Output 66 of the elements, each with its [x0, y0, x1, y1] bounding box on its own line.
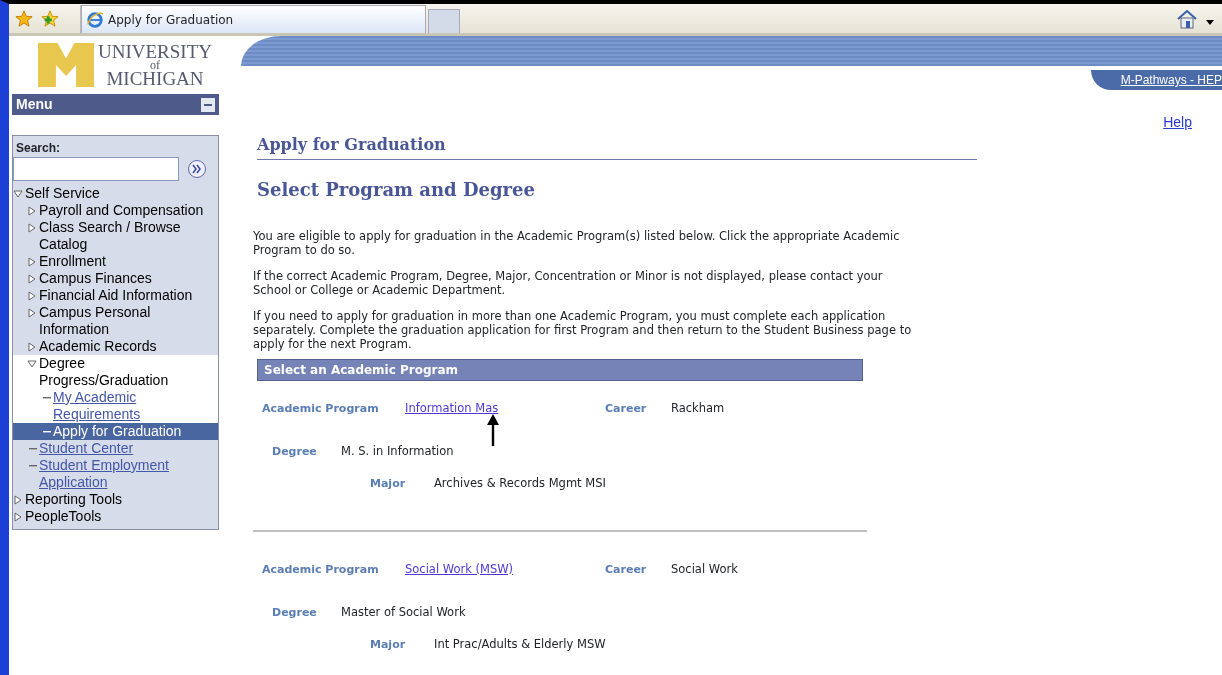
field-label: Degree: [272, 444, 318, 460]
field-label: Academic Program: [262, 562, 380, 578]
menu-item[interactable]: Class Search / Browse Catalog: [39, 219, 214, 253]
collapsed-triangle-icon[interactable]: [27, 206, 37, 217]
paragraph: If you need to apply for graduation in more than one Academic Program, you must complete each application separately. Complete the graduation application for first Program and then return to the Student Business page to apply for the next Program.: [253, 309, 913, 351]
menu-link[interactable]: Student Center: [39, 440, 134, 457]
dash-icon: [29, 465, 37, 468]
dash-icon: [29, 448, 37, 451]
field-value: Master of Social Work: [341, 604, 466, 621]
field-value: Rackham: [671, 400, 725, 417]
collapsed-triangle-icon[interactable]: [27, 274, 37, 285]
search-field[interactable]: [13, 157, 179, 181]
collapse-icon[interactable]: [201, 97, 215, 112]
menu-item[interactable]: Reporting Tools: [25, 491, 123, 508]
field-value: Archives & Records Mgmt MSI: [434, 474, 606, 492]
field-value: Int Prac/Adults & Elderly MSW: [434, 635, 606, 653]
paragraph: You are eligible to apply for graduation in the Academic Program(s) listed below. Click the appropriate Academic Program to do so.: [253, 229, 901, 257]
program-link[interactable]: Social Work (MSW): [405, 562, 514, 576]
collapsed-triangle-icon[interactable]: [27, 291, 37, 302]
dash-icon: [43, 431, 51, 434]
field-label: Career: [605, 562, 648, 578]
menu-item[interactable]: Enrollment: [39, 253, 106, 270]
menu-item[interactable]: Campus Personal Information: [39, 304, 214, 338]
menu-item[interactable]: Financial Aid Information: [39, 287, 193, 304]
menu-link[interactable]: Student Employment Application: [39, 457, 214, 491]
page-title: Apply for Graduation: [257, 133, 977, 160]
menu-item[interactable]: Academic Records: [39, 338, 157, 355]
paragraph: If the correct Academic Program, Degree, Major, Concentration or Minor is not displayed, please contact your School or College or Academic Department.: [253, 269, 884, 297]
collapsed-triangle-icon[interactable]: [27, 342, 37, 353]
section-header: Select an Academic Program: [257, 359, 863, 381]
university-logo: UNIVERSITY of MICHIGAN: [12, 36, 219, 94]
menu-item[interactable]: Payroll and Compensation: [39, 202, 204, 219]
program-link[interactable]: Information Mas: [405, 401, 499, 415]
menu-item[interactable]: Degree Progress/Graduation: [39, 355, 214, 389]
menu-title: Menu: [16, 95, 53, 114]
expanded-triangle-icon[interactable]: [27, 359, 37, 370]
search-go-icon[interactable]: [187, 159, 207, 179]
menu-item[interactable]: Campus Finances: [39, 270, 152, 287]
star-icon[interactable]: [15, 10, 33, 28]
collapsed-triangle-icon[interactable]: [27, 308, 37, 319]
collapsed-triangle-icon[interactable]: [13, 495, 23, 506]
home-icon[interactable]: [1176, 9, 1198, 29]
menu-item[interactable]: PeopleTools: [25, 508, 102, 525]
collapsed-triangle-icon[interactable]: [27, 223, 37, 234]
help-link[interactable]: Help: [1163, 112, 1192, 133]
browser-tab[interactable]: Apply for Graduation: [81, 5, 426, 33]
field-value: Social Work: [671, 561, 738, 578]
dropdown-caret-icon[interactable]: [1206, 20, 1214, 25]
browser-logo-icon: [86, 10, 104, 29]
add-favorite-icon[interactable]: [41, 10, 59, 28]
collapsed-triangle-icon[interactable]: [27, 257, 37, 268]
field-label: Major: [370, 475, 407, 492]
field-label: Career: [605, 401, 648, 417]
dash-icon: [43, 397, 51, 400]
portal-link[interactable]: M-Pathways - HEP: [1120, 73, 1222, 87]
field-label: Academic Program: [262, 401, 380, 417]
expanded-triangle-icon[interactable]: [13, 189, 23, 200]
tab-title: Apply for Graduation: [108, 11, 234, 29]
field-label: Major: [370, 636, 407, 653]
field-value: M. S. in Information: [341, 443, 454, 460]
search-label: Search:: [15, 140, 62, 157]
field-label: Degree: [272, 605, 318, 621]
page-subtitle: Select Program and Degree: [257, 178, 536, 202]
collapsed-triangle-icon[interactable]: [13, 512, 23, 523]
menu-link[interactable]: My Academic Requirements: [53, 389, 214, 423]
menu-item[interactable]: Self Service: [25, 185, 100, 202]
